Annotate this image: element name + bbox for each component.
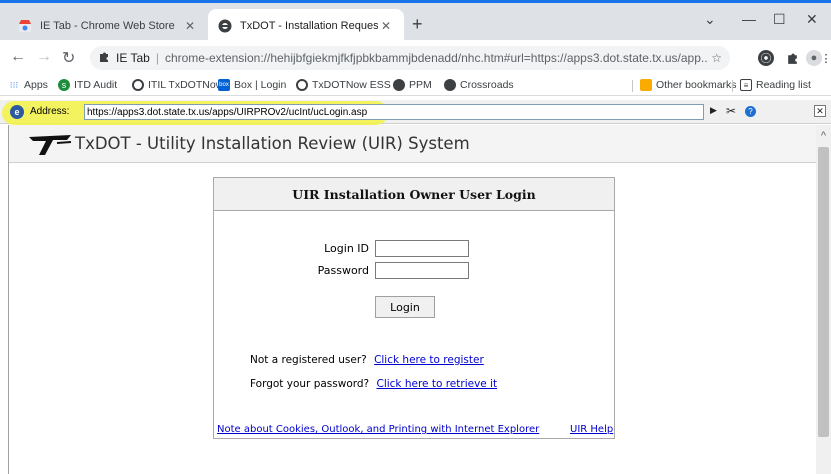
bookmark-label: PPM <box>409 79 432 91</box>
bookmark-itd-audit[interactable]: s ITD Audit <box>58 79 117 91</box>
more-menu-icon[interactable]: ⋮ <box>821 50 831 66</box>
login-panel: UIR Installation Owner User Login Login … <box>213 177 615 439</box>
bookmark-other-folder[interactable]: Other bookmarks <box>640 79 737 91</box>
tab-strip: IE Tab - Chrome Web Store ✕ TxDOT - Inst… <box>0 0 831 43</box>
maximize-icon[interactable]: ☐ <box>773 11 786 28</box>
help-icon[interactable]: ? <box>745 106 756 117</box>
forgot-row: Forgot your password? Click here to retr… <box>250 378 497 390</box>
bookmark-label: ITD Audit <box>74 79 118 91</box>
servicenow-icon <box>296 79 308 91</box>
password-label: Password <box>317 264 369 277</box>
extensions-puzzle-icon[interactable] <box>784 50 800 66</box>
vertical-scrollbar[interactable]: ^ <box>816 125 831 474</box>
folder-icon <box>640 79 652 91</box>
bookmark-ppm[interactable]: PPM <box>393 79 432 91</box>
bookmarks-bar: ⁝⁝⁝ Apps s ITD Audit ITIL TxDOTNow box B… <box>0 76 831 96</box>
login-id-label: Login ID <box>324 242 369 255</box>
address-bar[interactable]: IE Tab | chrome-extension://hehijbfgiekm… <box>90 46 730 70</box>
ie-address-input[interactable] <box>84 104 704 120</box>
uir-help-link[interactable]: UIR Help <box>570 424 613 435</box>
bookmark-star-icon[interactable]: ☆ <box>711 51 722 65</box>
ie-tab-icon: e <box>10 105 24 119</box>
chevron-down-icon[interactable]: ⌄ <box>704 11 716 28</box>
bookmarks-divider <box>732 80 733 92</box>
globe-icon <box>393 79 405 91</box>
login-button[interactable]: Login <box>375 296 435 318</box>
puzzle-icon <box>98 51 110 66</box>
close-tab-icon[interactable]: ✕ <box>378 19 394 33</box>
bookmark-label: Apps <box>24 79 48 91</box>
tab-title: IE Tab - Chrome Web Store <box>40 20 175 32</box>
login-id-row: Login ID <box>309 240 469 257</box>
ie-tab-address-bar: e Address: ▶ ✂ ? ✕ <box>0 100 831 125</box>
tab-title: TxDOT - Installation Request <box>240 20 378 32</box>
password-row: Password <box>309 262 469 279</box>
bookmark-txdotnow-ess[interactable]: TxDOTNow ESS <box>296 79 391 91</box>
bookmark-label: Crossroads <box>460 79 514 91</box>
bookmark-apps[interactable]: ⁝⁝⁝ Apps <box>8 79 48 91</box>
address-label: Address: <box>30 106 70 117</box>
s-logo-icon: s <box>58 79 70 91</box>
cookies-note-link[interactable]: Note about Cookies, Outlook, and Printin… <box>217 424 539 435</box>
page-title: TxDOT - Utility Installation Review (UIR… <box>75 134 470 153</box>
browser-toolbar: ← → ↻ IE Tab | chrome-extension://hehijb… <box>0 40 831 76</box>
close-tab-icon[interactable]: ✕ <box>182 19 198 33</box>
box-icon: box <box>218 79 230 91</box>
bookmark-crossroads[interactable]: Crossroads <box>444 79 514 91</box>
new-tab-icon[interactable]: + <box>412 14 423 35</box>
chip-separator: | <box>155 51 159 65</box>
ie-tab-icon <box>218 19 232 33</box>
register-prompt: Not a registered user? <box>250 354 367 366</box>
apps-grid-icon: ⁝⁝⁝ <box>9 79 19 90</box>
bookmark-label: Other bookmarks <box>656 79 737 91</box>
bookmark-box-login[interactable]: box Box | Login <box>218 79 286 91</box>
tools-icon[interactable]: ✂ <box>726 104 736 118</box>
tab-txdot-installation[interactable]: TxDOT - Installation Request ✕ <box>208 9 404 43</box>
page-content: TxDOT - Utility Installation Review (UIR… <box>0 125 831 474</box>
txdot-logo-icon <box>27 133 73 160</box>
close-window-icon[interactable]: ✕ <box>806 11 818 28</box>
bookmarks-divider <box>632 80 633 92</box>
back-arrow-icon[interactable]: ← <box>10 48 26 66</box>
page-header: TxDOT - Utility Installation Review (UIR… <box>9 125 816 163</box>
login-id-input[interactable] <box>375 240 469 257</box>
reading-list-icon: ≡ <box>740 79 752 91</box>
bookmark-label: TxDOTNow ESS <box>312 79 391 91</box>
page-border <box>8 125 9 474</box>
close-icon[interactable]: ✕ <box>814 105 826 117</box>
extension-chip: IE Tab <box>116 51 150 65</box>
login-heading: UIR Installation Owner User Login <box>214 178 614 211</box>
password-input[interactable] <box>375 262 469 279</box>
chrome-web-store-icon <box>18 19 32 33</box>
forgot-prompt: Forgot your password? <box>250 378 370 390</box>
bookmark-label: Reading list <box>756 79 811 91</box>
register-row: Not a registered user? Click here to reg… <box>250 354 484 366</box>
bookmark-itil-txdotnow[interactable]: ITIL TxDOTNow <box>132 79 223 91</box>
bookmark-label: Box | Login <box>234 79 287 91</box>
reading-list[interactable]: ≡ Reading list <box>740 79 811 91</box>
go-arrow-icon[interactable]: ▶ <box>710 105 717 116</box>
scroll-up-icon[interactable]: ^ <box>816 125 831 147</box>
scrollbar-thumb[interactable] <box>818 147 829 437</box>
minimize-icon[interactable]: — <box>742 11 756 27</box>
globe-icon <box>444 79 456 91</box>
url-text: chrome-extension://hehijbfgiekmjfkfjpbkb… <box>164 51 708 65</box>
forward-arrow-icon[interactable]: → <box>36 48 52 66</box>
reload-icon[interactable]: ↻ <box>62 48 75 68</box>
bookmark-label: ITIL TxDOTNow <box>148 79 224 91</box>
register-link[interactable]: Click here to register <box>374 354 484 366</box>
ie-tab-extension-icon[interactable]: ⦿ <box>758 50 774 66</box>
forgot-password-link[interactable]: Click here to retrieve it <box>376 378 497 390</box>
servicenow-icon <box>132 79 144 91</box>
tab-chrome-web-store[interactable]: IE Tab - Chrome Web Store ✕ <box>8 9 208 43</box>
